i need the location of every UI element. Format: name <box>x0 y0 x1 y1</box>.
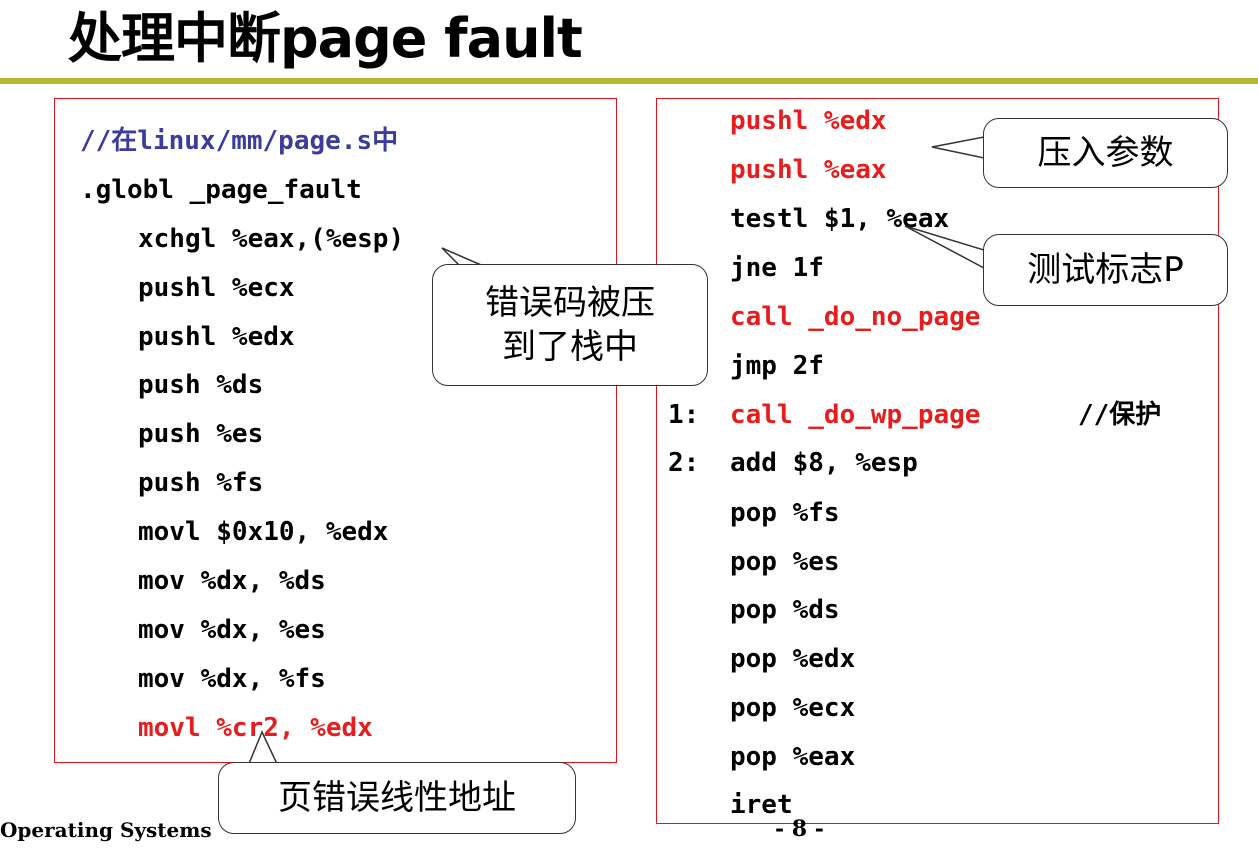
callout-error-code: 错误码被压 到了栈中 <box>432 264 708 386</box>
code-line: pushl %edx <box>730 106 887 136</box>
code-label-2: 2: <box>668 448 700 478</box>
footer-course-name: Operating Systems <box>0 818 212 842</box>
code-line: jne 1f <box>730 253 824 283</box>
callout-test-flag: 测试标志P <box>983 234 1228 306</box>
code-line-cr2: movl %cr2, %edx <box>138 713 373 743</box>
slide-title: 处理中断page fault <box>68 7 583 70</box>
title-divider <box>0 78 1258 84</box>
code-line: xchgl %eax,(%esp) <box>138 224 405 254</box>
code-comment-protect: //保护 <box>1078 400 1162 430</box>
code-line: push %ds <box>138 370 264 400</box>
code-label-1: 1: <box>668 400 700 430</box>
callout-test-flag-text: 测试标志P <box>1027 250 1184 290</box>
code-line: mov %dx, %es <box>138 615 326 645</box>
code-line: mov %dx, %ds <box>138 566 326 596</box>
code-line-do-no-page: call _do_no_page <box>730 302 981 332</box>
code-line: push %es <box>138 419 264 449</box>
code-line-globl: .globl _page_fault <box>80 175 362 205</box>
callout-fault-addr: 页错误线性地址 <box>218 762 576 834</box>
code-line: pop %fs <box>730 498 840 528</box>
code-line: pop %edx <box>730 644 856 674</box>
code-line-do-wp-page: call _do_wp_page <box>730 400 981 430</box>
callout-push-args-text: 压入参数 <box>1037 133 1174 173</box>
code-line: add $8, %esp <box>730 448 918 478</box>
code-line-testl: testl $1, %eax <box>730 204 950 234</box>
code-line: pushl %eax <box>730 155 887 185</box>
callout-error-code-text: 错误码被压 到了栈中 <box>485 283 655 367</box>
code-line: pop %eax <box>730 742 856 772</box>
callout-push-args: 压入参数 <box>983 118 1228 188</box>
code-comment-file: //在linux/mm/page.s中 <box>80 126 399 156</box>
code-line: pop %es <box>730 547 840 577</box>
code-line: push %fs <box>138 468 264 498</box>
code-line: mov %dx, %fs <box>138 664 326 694</box>
code-line: pop %ecx <box>730 693 856 723</box>
code-line: pushl %ecx <box>138 273 295 303</box>
code-line: pop %ds <box>730 595 840 625</box>
code-line: movl $0x10, %edx <box>138 517 389 547</box>
code-line: jmp 2f <box>730 351 824 381</box>
callout-fault-addr-text: 页错误线性地址 <box>278 778 516 818</box>
page-number: - 8 - <box>775 816 824 842</box>
code-line: pushl %edx <box>138 322 295 352</box>
